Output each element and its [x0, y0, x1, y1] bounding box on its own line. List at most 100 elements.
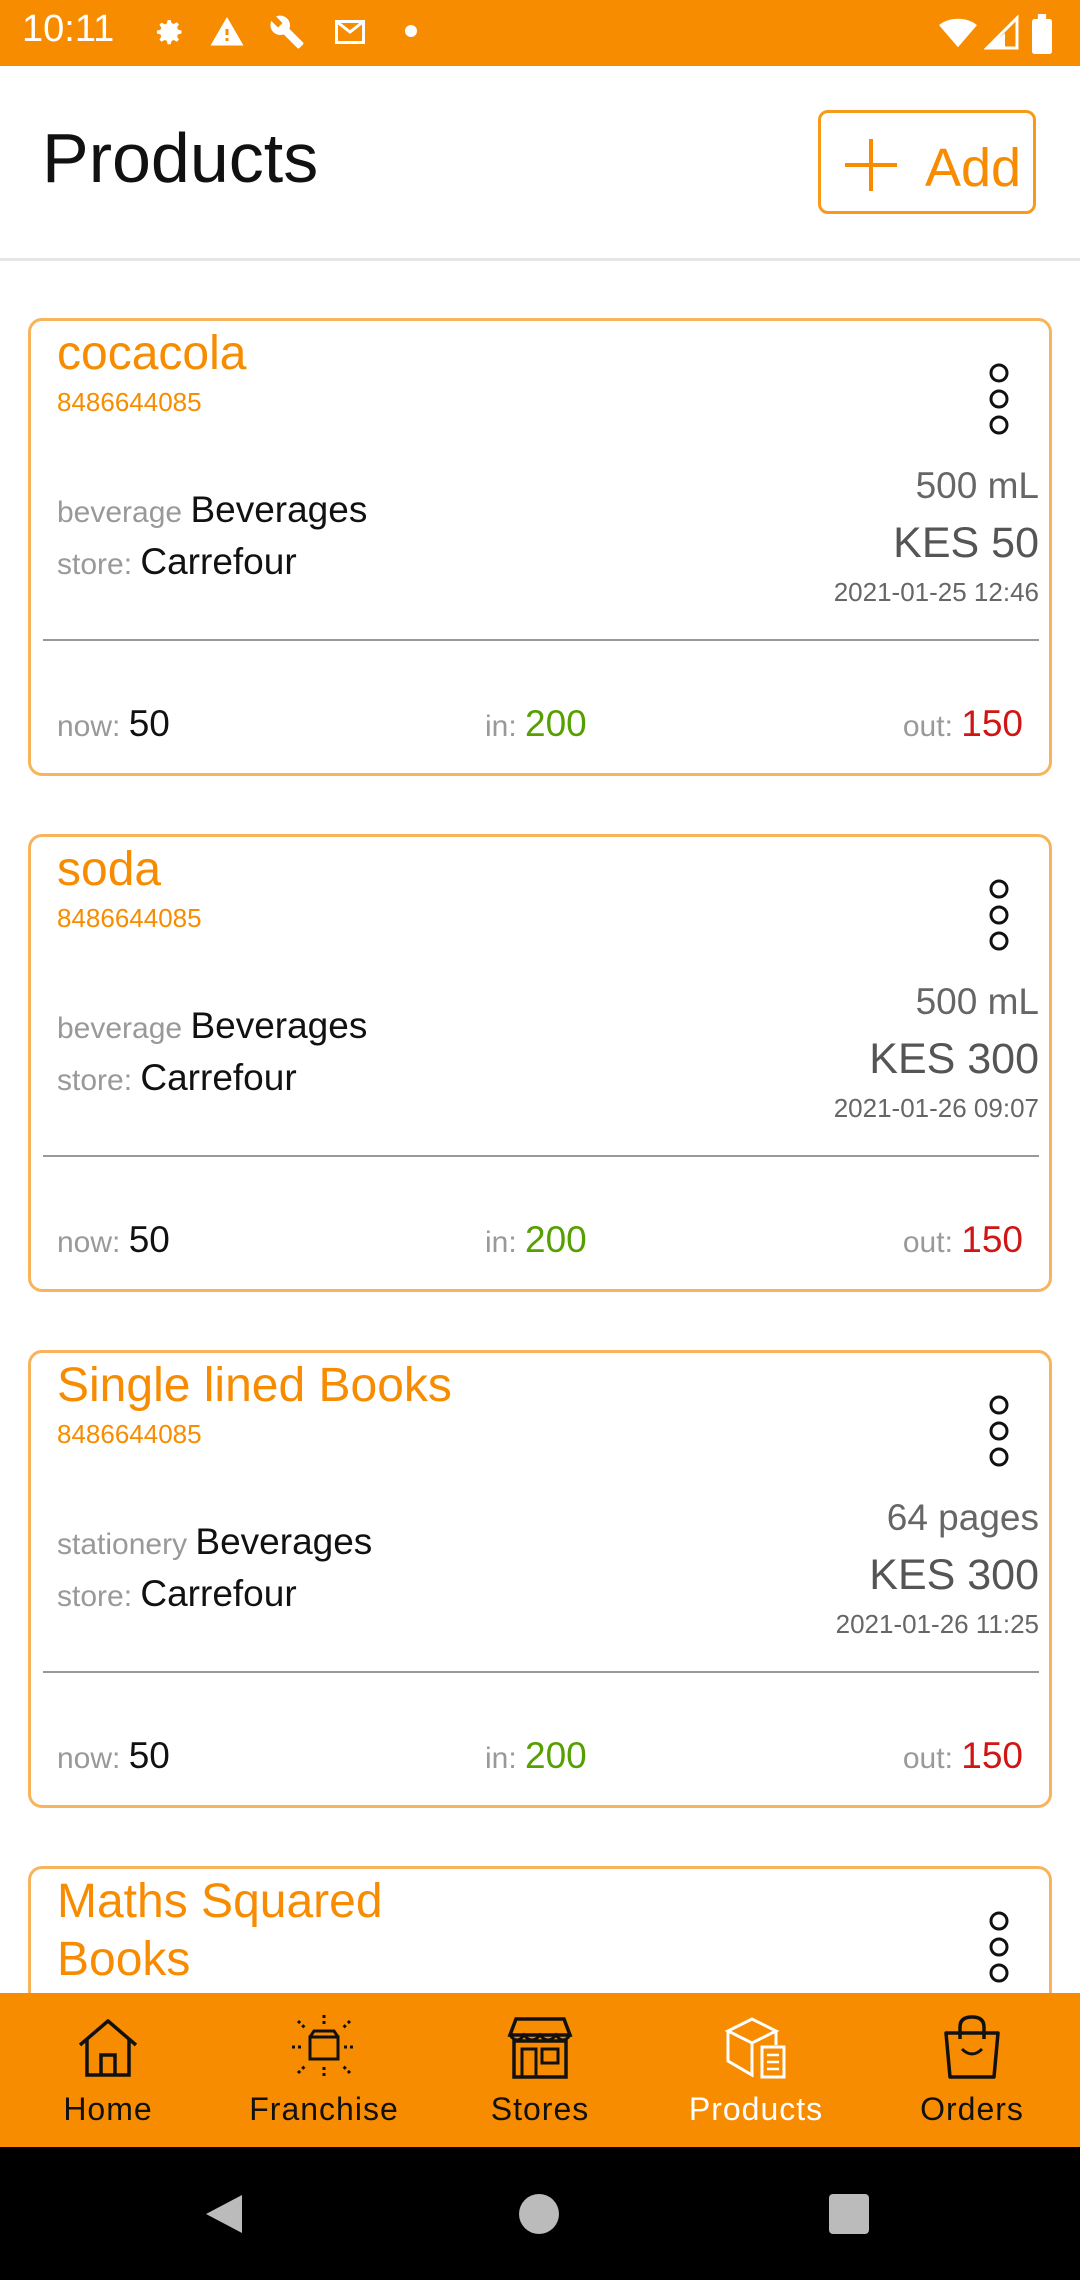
in-value: 200: [525, 703, 587, 744]
home-circle-icon[interactable]: [518, 2193, 560, 2235]
store-label: store:: [57, 1580, 133, 1613]
status-time: 10:11: [22, 8, 115, 50]
out-label: out:: [902, 1742, 953, 1775]
nav-stores[interactable]: Stores: [432, 1993, 648, 2147]
category-value: Beverages: [195, 1521, 373, 1562]
product-card[interactable]: Maths Squared Books: [28, 1866, 1052, 1993]
store-row: store: Carrefour: [57, 1057, 297, 1099]
nav-franchise[interactable]: Franchise: [216, 1993, 432, 2147]
product-name: soda: [57, 843, 162, 896]
in-value: 200: [525, 1219, 587, 1260]
orders-icon: [944, 2015, 1000, 2079]
out-label: out:: [902, 710, 953, 743]
bottom-navigation: Home Franchise Stores Products Orders: [0, 1993, 1080, 2147]
plus-icon: [845, 139, 897, 191]
dot-icon: [405, 25, 417, 37]
in-label: in:: [485, 1226, 517, 1259]
store-icon: [507, 2017, 573, 2079]
product-card[interactable]: Single lined Books 8486644085 stationery…: [28, 1350, 1052, 1808]
more-vert-icon[interactable]: [987, 877, 1011, 953]
nav-label: Orders: [920, 2091, 1024, 2127]
product-size: 500 mL: [915, 981, 1039, 1022]
product-price: KES 50: [893, 519, 1039, 567]
product-card[interactable]: cocacola 8486644085 beverage Beverages s…: [28, 318, 1052, 776]
stock-now: now: 50: [57, 1219, 170, 1261]
franchise-icon: [292, 2015, 356, 2079]
now-value: 50: [128, 1219, 170, 1260]
product-date: 2021-01-25 12:46: [833, 577, 1039, 607]
store-value: Carrefour: [140, 1573, 297, 1614]
more-vert-icon[interactable]: [987, 1909, 1011, 1985]
product-name: Single lined Books: [57, 1359, 452, 1412]
add-product-button[interactable]: Add: [818, 110, 1036, 214]
out-label: out:: [902, 1226, 953, 1259]
product-price: KES 300: [869, 1551, 1039, 1599]
products-icon: [724, 2017, 786, 2079]
product-name: Maths Squared Books: [57, 1873, 383, 1989]
product-date: 2021-01-26 11:25: [835, 1609, 1039, 1639]
product-code: 8486644085: [57, 1419, 202, 1449]
now-label: now:: [57, 1742, 121, 1775]
product-name-line: Books: [57, 1933, 191, 1986]
stock-now: now: 50: [57, 703, 170, 745]
back-icon[interactable]: [202, 2191, 248, 2237]
category-value: Beverages: [190, 489, 368, 530]
category-label: stationery: [57, 1528, 188, 1561]
in-label: in:: [485, 1742, 517, 1775]
home-icon: [78, 2019, 138, 2077]
product-size: 500 mL: [915, 465, 1039, 506]
product-date: 2021-01-26 09:07: [833, 1093, 1039, 1123]
app-header: Products Add: [0, 66, 1080, 261]
nav-label: Stores: [490, 2091, 590, 2127]
stock-in: in: 200: [485, 703, 587, 745]
store-row: store: Carrefour: [57, 541, 297, 583]
nav-label: Franchise: [249, 2091, 399, 2127]
stock-out: out: 150: [903, 1219, 1023, 1261]
gmail-icon: [335, 20, 365, 44]
category-value: Beverages: [190, 1005, 368, 1046]
nav-label: Home: [63, 2091, 153, 2127]
product-card[interactable]: soda 8486644085 beverage Beverages store…: [28, 834, 1052, 1292]
now-value: 50: [128, 703, 170, 744]
category-row: stationery Beverages: [57, 1521, 372, 1563]
now-value: 50: [128, 1735, 170, 1776]
add-button-label: Add: [925, 138, 1022, 198]
stock-in: in: 200: [485, 1735, 587, 1777]
out-value: 150: [961, 1219, 1023, 1260]
in-label: in:: [485, 710, 517, 743]
signal-icon: [984, 14, 1019, 50]
nav-products[interactable]: Products: [648, 1993, 864, 2147]
stock-now: now: 50: [57, 1735, 170, 1777]
recents-icon[interactable]: [828, 2193, 870, 2235]
more-vert-icon[interactable]: [987, 361, 1011, 437]
gear-icon: [156, 20, 182, 45]
stock-out: out: 150: [903, 703, 1023, 745]
category-label: beverage: [57, 496, 183, 529]
category-row: beverage Beverages: [57, 1005, 367, 1047]
nav-orders[interactable]: Orders: [864, 1993, 1080, 2147]
divider: [43, 1155, 1039, 1157]
stock-in: in: 200: [485, 1219, 587, 1261]
warning-icon: [210, 17, 244, 46]
product-list[interactable]: cocacola 8486644085 beverage Beverages s…: [0, 258, 1080, 1993]
category-row: beverage Beverages: [57, 489, 367, 531]
store-row: store: Carrefour: [57, 1573, 297, 1615]
store-label: store:: [57, 548, 133, 581]
divider: [43, 639, 1039, 641]
wrench-icon: [270, 15, 304, 49]
product-code: 8486644085: [57, 387, 202, 417]
product-name: cocacola: [57, 327, 247, 380]
now-label: now:: [57, 710, 121, 743]
product-size: 64 pages: [886, 1497, 1039, 1538]
more-vert-icon[interactable]: [987, 1393, 1011, 1469]
now-label: now:: [57, 1226, 121, 1259]
store-label: store:: [57, 1064, 133, 1097]
nav-home[interactable]: Home: [0, 1993, 216, 2147]
nav-label: Products: [688, 2091, 824, 2127]
page-title: Products: [42, 119, 319, 197]
out-value: 150: [961, 703, 1023, 744]
battery-icon: [1032, 14, 1052, 54]
product-price: KES 300: [869, 1035, 1039, 1083]
category-label: beverage: [57, 1012, 183, 1045]
in-value: 200: [525, 1735, 587, 1776]
